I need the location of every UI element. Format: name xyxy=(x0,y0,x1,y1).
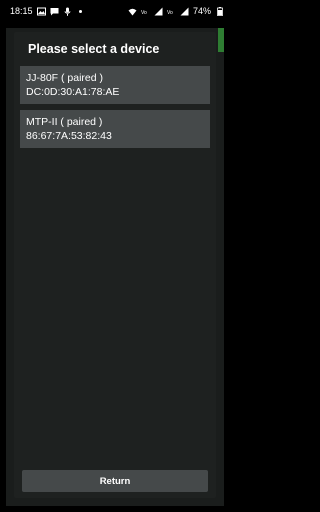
background-accent xyxy=(218,28,224,52)
return-button[interactable]: Return xyxy=(22,470,208,492)
status-right: Vo Vo 74% xyxy=(128,6,224,16)
device-item-jj-80f[interactable]: JJ-80F ( paired ) DC:0D:30:A1:78:AE xyxy=(20,66,210,104)
device-list: JJ-80F ( paired ) DC:0D:30:A1:78:AE MTP-… xyxy=(20,66,210,154)
svg-text:Vo: Vo xyxy=(141,10,147,16)
volte-icon: Vo xyxy=(167,7,176,16)
dialog-title: Please select a device xyxy=(28,42,160,56)
volte-icon: Vo xyxy=(141,7,150,16)
device-name: MTP-II ( paired ) xyxy=(26,116,103,128)
image-icon xyxy=(36,7,46,16)
mic-icon xyxy=(63,7,72,16)
device-address: 86:67:7A:53:82:43 xyxy=(26,130,112,142)
device-name: JJ-80F ( paired ) xyxy=(26,72,104,84)
battery-icon xyxy=(215,6,224,16)
status-bar: 18:15 Vo Vo 74% xyxy=(0,0,230,22)
device-address: DC:0D:30:A1:78:AE xyxy=(26,86,120,98)
screen: 18:15 Vo Vo 74% Please select a device J… xyxy=(0,0,230,512)
signal-icon xyxy=(154,7,163,16)
dot-icon xyxy=(76,7,85,16)
svg-text:Vo: Vo xyxy=(167,10,173,16)
device-item-mtp-ii[interactable]: MTP-II ( paired ) 86:67:7A:53:82:43 xyxy=(20,110,210,148)
status-left: 18:15 xyxy=(10,6,85,16)
message-icon xyxy=(50,7,59,16)
device-select-dialog: Please select a device JJ-80F ( paired )… xyxy=(14,32,216,498)
signal-icon xyxy=(180,7,189,16)
status-time: 18:15 xyxy=(10,6,33,16)
wifi-icon xyxy=(128,7,137,16)
battery-percent: 74% xyxy=(192,6,211,16)
